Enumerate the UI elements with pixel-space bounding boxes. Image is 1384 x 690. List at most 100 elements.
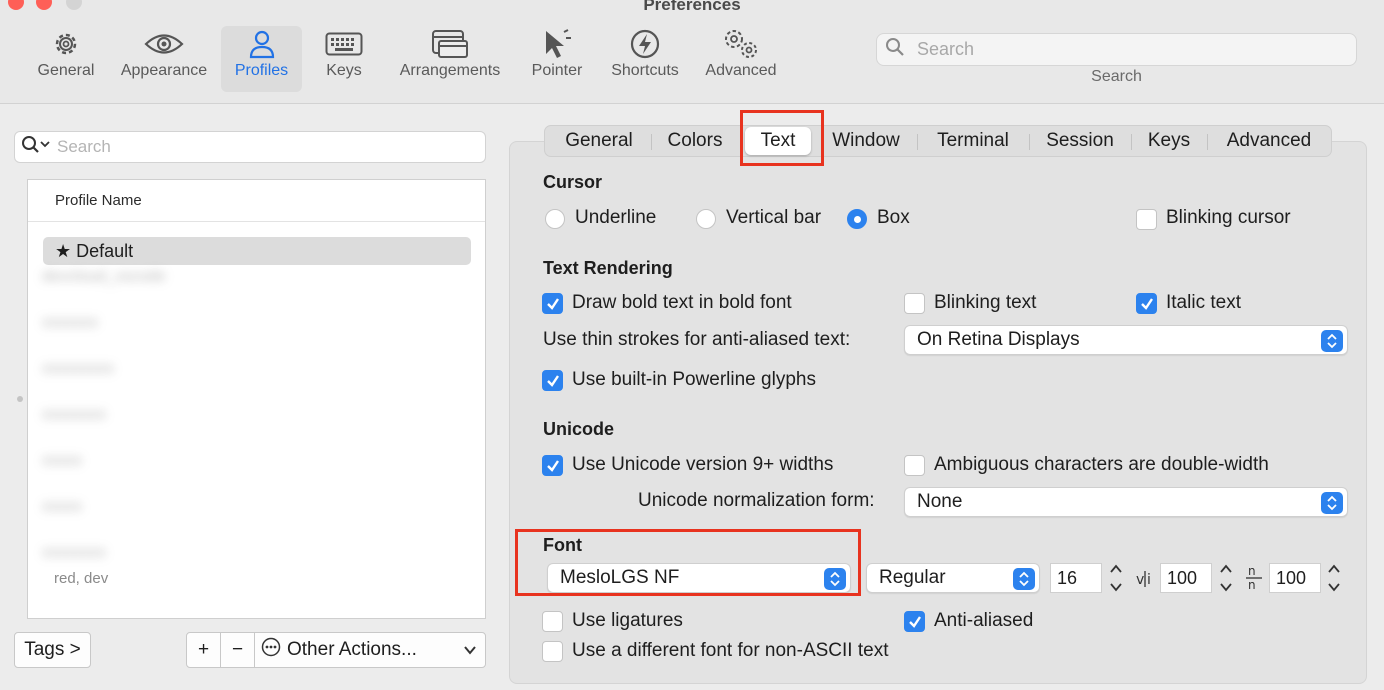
tags-button[interactable]: Tags > (14, 632, 91, 668)
chevron-up-icon (1328, 564, 1340, 573)
profile-search-field[interactable]: Search (14, 131, 486, 163)
normalization-label: Unicode normalization form: (638, 490, 875, 511)
ligatures-label: Use ligatures (572, 610, 683, 631)
svg-text:v: v (1136, 572, 1144, 588)
ambiguous-double-width-checkbox[interactable] (904, 455, 925, 476)
font-size-stepper[interactable] (1105, 563, 1127, 593)
chevron-updown-icon (1321, 330, 1343, 352)
cursor-vertical-bar-radio[interactable] (696, 209, 716, 229)
horizontal-spacing-stepper[interactable] (1323, 563, 1345, 593)
chevron-updown-icon (1013, 568, 1035, 590)
toolbar-search-field[interactable]: Search (876, 33, 1357, 66)
toolbar-shortcuts[interactable]: Shortcuts (604, 26, 686, 92)
window-title: Preferences (643, 0, 741, 14)
tab-general[interactable]: General (549, 126, 649, 156)
profile-name-column-header[interactable]: Profile Name (28, 180, 485, 222)
italic-text-checkbox[interactable] (1136, 293, 1157, 314)
unicode-v9-label: Use Unicode version 9+ widths (572, 454, 834, 475)
list-item[interactable]: red, dev (54, 570, 108, 587)
cursor-vertical-bar-label: Vertical bar (726, 207, 822, 228)
tab-colors[interactable]: Colors (653, 126, 737, 156)
toolbar-general-label: General (37, 62, 95, 79)
list-item[interactable]: xxxxx (42, 498, 262, 544)
cursor-box-radio[interactable] (847, 209, 867, 229)
normalization-popup[interactable]: None (904, 487, 1348, 517)
chevron-up-icon (1220, 564, 1232, 573)
non-ascii-font-label: Use a different font for non-ASCII text (572, 640, 889, 661)
toolbar-advanced-label: Advanced (705, 62, 777, 79)
checkmark-icon (546, 297, 559, 310)
non-ascii-font-checkbox[interactable] (542, 641, 563, 662)
list-item[interactable]: devcloud_vscode (42, 268, 262, 314)
chevron-updown-icon (1321, 492, 1343, 514)
other-actions-label: Other Actions... (287, 639, 417, 660)
search-icon (21, 135, 51, 160)
windows-icon (431, 26, 469, 62)
list-item[interactable]: xxxxxxxx (42, 406, 262, 452)
font-size-field[interactable]: 16 (1050, 563, 1102, 593)
search-icon (885, 37, 905, 62)
list-item[interactable]: xxxxx (42, 452, 262, 498)
toolbar-keys[interactable]: Keys (318, 26, 370, 92)
ambiguous-double-width-label: Ambiguous characters are double-width (934, 454, 1269, 475)
cursor-underline-label: Underline (575, 207, 657, 228)
blinking-text-label: Blinking text (934, 292, 1037, 313)
svg-text:n: n (1248, 578, 1256, 591)
thin-strokes-popup[interactable]: On Retina Displays (904, 325, 1348, 355)
toolbar-pointer-label: Pointer (531, 62, 583, 79)
add-profile-button[interactable]: + (186, 632, 221, 668)
checkmark-icon (908, 615, 921, 628)
text-tab-highlight (740, 110, 824, 166)
other-actions-menu[interactable]: Other Actions... (254, 632, 486, 668)
gear-icon (51, 26, 81, 62)
unicode-heading: Unicode (543, 419, 615, 439)
powerline-checkbox[interactable] (542, 370, 563, 391)
vertical-spacing-stepper[interactable] (1215, 563, 1237, 593)
remove-profile-button[interactable]: − (220, 632, 255, 668)
tab-keys[interactable]: Keys (1133, 126, 1205, 156)
toolbar-advanced[interactable]: Advanced (700, 26, 782, 92)
tab-terminal[interactable]: Terminal (919, 126, 1027, 156)
toolbar-appearance-label: Appearance (120, 62, 208, 79)
tab-session[interactable]: Session (1031, 126, 1129, 156)
blurred-profile-rows: devcloud_vscode xxxxxxx xxxxxxxxx xxxxxx… (42, 268, 262, 584)
vertical-spacing-field[interactable]: 100 (1160, 563, 1212, 593)
list-item[interactable]: xxxxxxx (42, 314, 262, 360)
unicode-v9-checkbox[interactable] (542, 455, 563, 476)
cursor-underline-radio[interactable] (545, 209, 565, 229)
blinking-cursor-checkbox[interactable] (1136, 209, 1157, 230)
toolbar-pointer[interactable]: Pointer (526, 26, 588, 92)
toolbar-arrangements[interactable]: Arrangements (392, 26, 508, 92)
list-item[interactable]: xxxxxxxxx (42, 360, 262, 406)
vertical-spacing-icon: vi (1135, 568, 1157, 594)
tab-advanced[interactable]: Advanced (1209, 126, 1329, 156)
toolbar-shortcuts-label: Shortcuts (611, 62, 679, 79)
toolbar-appearance[interactable]: Appearance (114, 26, 214, 92)
person-icon (248, 26, 276, 62)
toolbar-profiles[interactable]: Profiles (221, 26, 302, 92)
toolbar-search-placeholder: Search (917, 39, 975, 59)
pointer-icon (542, 26, 572, 62)
chevron-up-icon (1110, 564, 1122, 573)
cursor-box-label: Box (877, 207, 910, 228)
horizontal-spacing-field[interactable]: 100 (1269, 563, 1321, 593)
tab-window[interactable]: Window (821, 126, 911, 156)
gears-icon (721, 26, 761, 62)
profile-row-default[interactable]: ★ Default (43, 237, 471, 265)
toolbar-general[interactable]: General (30, 26, 102, 92)
eye-icon (144, 26, 184, 62)
thin-strokes-label: Use thin strokes for anti-aliased text: (543, 329, 851, 350)
toolbar-search-caption: Search (1091, 68, 1142, 85)
font-style-popup[interactable]: Regular (866, 563, 1040, 593)
ligatures-checkbox[interactable] (542, 611, 563, 632)
toolbar-keys-label: Keys (326, 62, 362, 79)
profile-list[interactable]: Profile Name ★ Default devcloud_vscode x… (27, 179, 486, 619)
ellipsis-circle-icon (261, 637, 281, 663)
anti-aliased-checkbox[interactable] (904, 611, 925, 632)
bolt-icon (629, 26, 661, 62)
anti-aliased-label: Anti-aliased (934, 610, 1034, 631)
split-handle[interactable] (17, 396, 23, 402)
blinking-text-checkbox[interactable] (904, 293, 925, 314)
horizontal-spacing-icon: nn (1244, 564, 1264, 595)
bold-font-checkbox[interactable] (542, 293, 563, 314)
